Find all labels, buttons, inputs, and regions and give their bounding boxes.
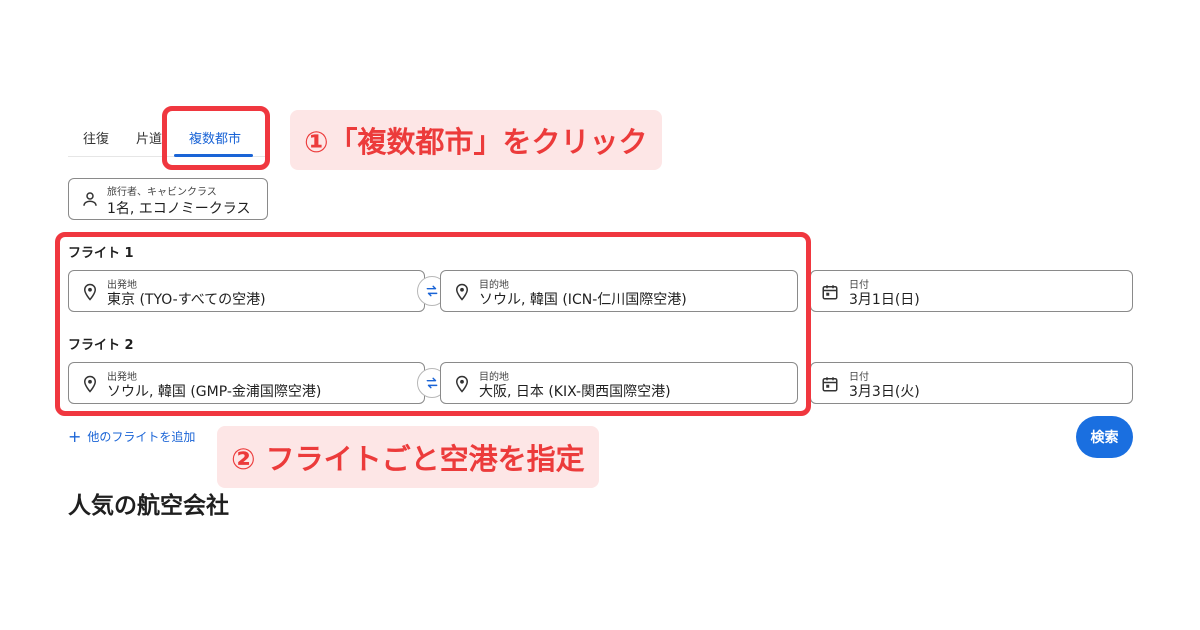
person-icon: [83, 192, 97, 206]
traveler-cabin-selector[interactable]: 旅行者、キャビンクラス 1名, エコノミークラス: [68, 178, 268, 220]
plus-icon: +: [68, 426, 82, 446]
flight-1-destination-field[interactable]: 目的地 ソウル, 韓国 (ICN-仁川国際空港): [440, 270, 798, 312]
origin-value: ソウル, 韓国 (GMP-金浦国際空港): [107, 384, 322, 400]
add-flight-label: 他のフライトを追加: [87, 430, 196, 444]
destination-value: ソウル, 韓国 (ICN-仁川国際空港): [479, 292, 687, 308]
search-button[interactable]: 検索: [1076, 416, 1133, 458]
date-value: 3月1日(日): [849, 292, 920, 308]
flight-2-destination-field[interactable]: 目的地 大阪, 日本 (KIX-関西国際空港): [440, 362, 798, 404]
flight-2-origin-field[interactable]: 出発地 ソウル, 韓国 (GMP-金浦国際空港): [68, 362, 425, 404]
active-tab-indicator: [174, 154, 253, 157]
date-value: 3月3日(火): [849, 384, 920, 400]
flight-2-date-field[interactable]: 日付 3月3日(火): [810, 362, 1133, 404]
traveler-cabin-value: 1名, エコノミークラス: [107, 201, 251, 217]
origin-value: 東京 (TYO-すべての空港): [107, 292, 266, 308]
calendar-icon: [822, 377, 838, 392]
tab-round-trip[interactable]: 往復: [83, 128, 109, 147]
flight-1-origin-field[interactable]: 出発地 東京 (TYO-すべての空港): [68, 270, 425, 312]
callout-step-1: ①「複数都市」をクリック: [290, 110, 662, 170]
location-pin-icon: [83, 375, 97, 393]
tab-one-way[interactable]: 片道: [136, 128, 162, 147]
destination-value: 大阪, 日本 (KIX-関西国際空港): [479, 384, 671, 400]
traveler-cabin-label: 旅行者、キャビンクラス: [107, 187, 217, 198]
popular-airlines-heading: 人気の航空会社: [68, 493, 229, 519]
swap-icon: [426, 377, 438, 389]
location-pin-icon: [455, 283, 469, 301]
callout-step-2: ② フライトごと空港を指定: [217, 426, 599, 488]
flight-1-date-field[interactable]: 日付 3月1日(日): [810, 270, 1133, 312]
swap-icon: [426, 285, 438, 297]
flight-1-title: フライト 1: [68, 246, 134, 261]
add-flight-link[interactable]: + 他のフライトを追加: [68, 428, 195, 445]
tab-multi-city[interactable]: 複数都市: [189, 128, 241, 147]
calendar-icon: [822, 285, 838, 300]
location-pin-icon: [83, 283, 97, 301]
flight-2-title: フライト 2: [68, 338, 134, 353]
location-pin-icon: [455, 375, 469, 393]
